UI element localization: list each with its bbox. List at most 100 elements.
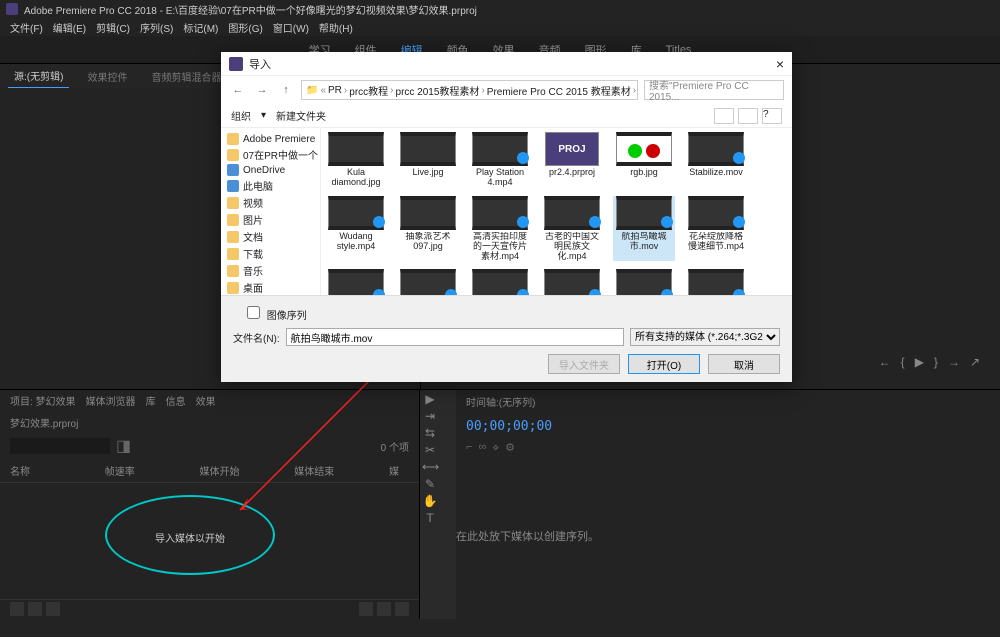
sidebar-item[interactable]: 桌面 xyxy=(225,279,316,295)
tab-audio-mixer[interactable]: 音频剪辑混合器 xyxy=(145,65,227,88)
menu-clip[interactable]: 剪辑(C) xyxy=(96,20,130,34)
sidebar-item[interactable]: 文档 xyxy=(225,228,316,245)
track-select-tool-icon[interactable]: ⇥ xyxy=(422,409,438,425)
crumb-0[interactable]: PR xyxy=(328,85,342,96)
selection-tool-icon[interactable]: ▶ xyxy=(422,392,438,408)
file-item[interactable]: 航拍鸟瞰城市.mov xyxy=(613,196,675,262)
sidebar-item[interactable]: 此电脑 xyxy=(225,177,316,194)
view-freeform-icon[interactable] xyxy=(46,602,60,616)
transport-export-icon[interactable]: ↗ xyxy=(970,355,980,369)
nav-fwd-icon[interactable]: → xyxy=(253,81,271,99)
file-item[interactable]: Kula diamond.jpg xyxy=(325,132,387,188)
file-item[interactable]: 古老的中国文明民族文化.mp4 xyxy=(541,196,603,262)
menu-graphics[interactable]: 图形(G) xyxy=(228,20,262,34)
sidebar-item[interactable]: OneDrive xyxy=(225,163,316,177)
file-item[interactable]: 抽象派艺术097.jpg xyxy=(397,196,459,262)
file-item[interactable]: 书法实拍.mov xyxy=(541,269,603,295)
open-button[interactable]: 打开(O) xyxy=(628,354,700,374)
menu-edit[interactable]: 编辑(E) xyxy=(53,20,86,34)
image-sequence-checkbox[interactable] xyxy=(247,306,260,319)
sidebar-item[interactable]: 下载 xyxy=(225,245,316,262)
menu-sequence[interactable]: 序列(S) xyxy=(140,20,173,34)
file-item[interactable]: Live.jpg xyxy=(397,132,459,188)
newfolder-button[interactable]: 新建文件夹 xyxy=(276,108,326,123)
hand-tool-icon[interactable]: ✋ xyxy=(422,494,438,510)
file-item[interactable]: 威尼斯_onekeybatch.mov xyxy=(685,269,747,295)
new-item-icon[interactable] xyxy=(377,602,391,616)
menu-help[interactable]: 帮助(H) xyxy=(319,20,353,34)
tab-library[interactable]: 库 xyxy=(146,393,156,409)
transport-next-icon[interactable]: → xyxy=(948,355,960,369)
view-list-icon[interactable] xyxy=(10,602,24,616)
cancel-button[interactable]: 取消 xyxy=(708,354,780,374)
file-item[interactable]: 唐蓝紫外景.mov xyxy=(613,269,675,295)
filename-input[interactable] xyxy=(286,328,624,346)
file-item[interactable]: 高清实拍印度的一天宣传片素材.mp4 xyxy=(469,196,531,262)
linked-icon[interactable]: ∞ xyxy=(478,441,486,454)
ripple-tool-icon[interactable]: ⇆ xyxy=(422,426,438,442)
sidebar-item[interactable]: 音乐 xyxy=(225,262,316,279)
dialog-search[interactable]: 搜索"Premiere Pro CC 2015... xyxy=(644,80,784,100)
transport-step-fwd-icon[interactable]: } xyxy=(934,355,938,369)
col-media[interactable]: 媒 xyxy=(389,463,409,478)
nav-back-icon[interactable]: ← xyxy=(229,81,247,99)
menu-marker[interactable]: 标记(M) xyxy=(183,20,218,34)
transport-play-icon[interactable]: ▶ xyxy=(915,355,924,369)
timeline-tab-label[interactable]: 时间轴:(无序列) xyxy=(466,394,535,409)
sidebar-item[interactable]: 图片 xyxy=(225,211,316,228)
sidebar-item[interactable]: 07在PR中做一个 xyxy=(225,146,316,163)
razor-tool-icon[interactable]: ✂ xyxy=(422,443,438,459)
sidebar-item[interactable]: Adobe Premiere xyxy=(225,132,316,146)
new-bin-icon[interactable] xyxy=(359,602,373,616)
sidebar-item[interactable]: 视频 xyxy=(225,194,316,211)
transport-step-back-icon[interactable]: { xyxy=(901,355,905,369)
tab-project[interactable]: 项目: 梦幻效果 xyxy=(10,393,76,409)
view-icon-icon[interactable] xyxy=(28,602,42,616)
file-item[interactable]: PROJpr2.4.prproj xyxy=(541,132,603,188)
tab-source[interactable]: 源:(无剪辑) xyxy=(8,64,69,88)
timecode[interactable]: 00;00;00;00 xyxy=(466,419,552,434)
import-folder-button[interactable]: 导入文件夹 xyxy=(548,354,620,374)
file-item[interactable]: Stabilize.mov xyxy=(685,132,747,188)
col-media-end[interactable]: 媒体结束 xyxy=(294,463,389,478)
pen-tool-icon[interactable]: ✎ xyxy=(422,477,438,493)
settings-icon[interactable]: ⚙ xyxy=(505,441,515,454)
snap-icon[interactable]: ⌐ xyxy=(466,441,472,454)
file-item[interactable]: Play Station 4.mp4 xyxy=(469,132,531,188)
organize-button[interactable]: 组织 xyxy=(231,108,251,123)
file-item[interactable]: 极致唯美人文素材_x264.mp4 xyxy=(325,269,387,295)
nav-up-icon[interactable]: ↑ xyxy=(277,81,295,99)
crumb-3[interactable]: Premiere Pro CC 2015 教程素材 xyxy=(487,83,631,98)
marker-icon[interactable]: ⋄ xyxy=(492,441,499,454)
view-details-icon[interactable] xyxy=(738,108,758,124)
tab-info[interactable]: 信息 xyxy=(166,393,186,409)
type-tool-icon[interactable]: T xyxy=(422,511,438,527)
breadcrumb[interactable]: 📁 « PR› prcc教程› prcc 2015教程素材› Premiere … xyxy=(301,80,638,100)
menu-file[interactable]: 文件(F) xyxy=(10,20,43,34)
tab-effects[interactable]: 效果 xyxy=(196,393,216,409)
file-item[interactable]: 花朵绽放降格慢速细节.mp4 xyxy=(685,196,747,262)
file-item[interactable]: 历史古人舞剑武术唯美剪逸练剑_onekeybatch.mp4 xyxy=(397,269,459,295)
menu-window[interactable]: 窗口(W) xyxy=(273,20,309,34)
crumb-2[interactable]: prcc 2015教程素材 xyxy=(396,83,480,98)
dialog-titlebar[interactable]: 导入 × xyxy=(221,52,792,76)
crumb-1[interactable]: prcc教程 xyxy=(349,83,388,98)
view-mode-icon[interactable] xyxy=(714,108,734,124)
col-framerate[interactable]: 帧速率 xyxy=(105,463,200,478)
file-item[interactable]: Wudang style.mp4 xyxy=(325,196,387,262)
col-media-start[interactable]: 媒体开始 xyxy=(200,463,295,478)
col-name[interactable]: 名称 xyxy=(10,463,105,478)
tab-effect-controls[interactable]: 效果控件 xyxy=(81,65,133,88)
timeline-dropzone[interactable]: 在此处放下媒体以创建序列。 xyxy=(456,456,599,616)
file-item[interactable]: 绿布背景外国男人打开手机.mov xyxy=(469,269,531,295)
help-icon[interactable]: ? xyxy=(762,108,782,124)
file-item[interactable]: rgb.jpg xyxy=(613,132,675,188)
close-icon[interactable]: × xyxy=(776,56,784,72)
project-search-input[interactable] xyxy=(10,438,110,454)
trash-icon[interactable] xyxy=(395,602,409,616)
slip-tool-icon[interactable]: ⟷ xyxy=(422,460,438,476)
filetype-select[interactable]: 所有支持的媒体 (*.264;*.3G2;* xyxy=(630,328,780,346)
bin-icon[interactable]: ◨ xyxy=(116,436,131,456)
transport-prev-icon[interactable]: ← xyxy=(879,355,891,369)
tab-media-browser[interactable]: 媒体浏览器 xyxy=(86,393,136,409)
